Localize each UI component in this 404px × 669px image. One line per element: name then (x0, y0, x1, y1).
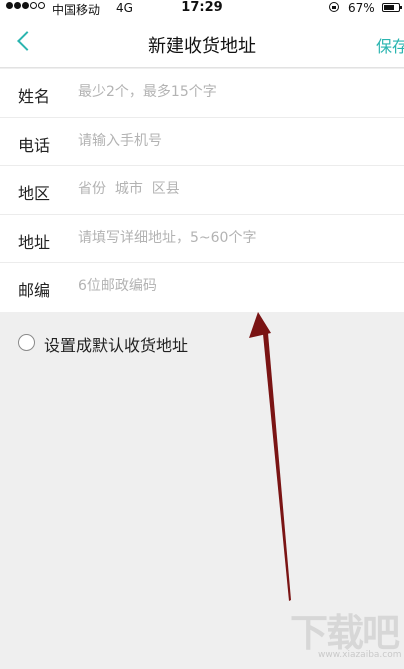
watermark-logo: 下载吧 www.xiazaiba.com (272, 600, 402, 666)
watermark-url: www.xiazaiba.com (318, 650, 402, 660)
annotation-arrow (249, 312, 291, 601)
annotation-arrow-shaft (263, 333, 291, 601)
watermark-text: 下载吧 (290, 611, 400, 655)
